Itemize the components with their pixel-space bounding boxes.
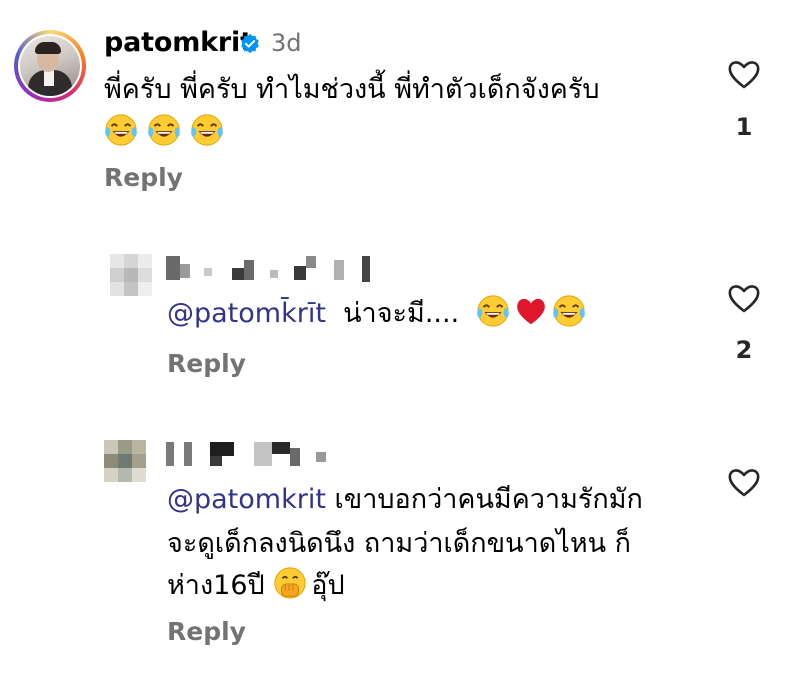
joy-emoji-icon <box>104 113 138 147</box>
joy-emoji-icon <box>190 113 224 147</box>
comment-3-text-line-3: ห่าง16ปี อุ๊ป <box>167 566 345 606</box>
avatar-shirt-shape <box>44 70 54 86</box>
joy-emoji-icon <box>476 294 510 328</box>
joy-emoji-icon <box>552 294 586 328</box>
comment-2-body: น่าจะมี.... <box>343 298 460 329</box>
verified-badge-icon <box>241 33 259 54</box>
red-heart-emoji-icon <box>514 294 548 328</box>
comment-3-reply-button[interactable]: Reply <box>167 617 246 646</box>
hand-over-mouth-emoji-icon <box>273 566 307 600</box>
comment-1-like-count[interactable]: 1 <box>724 113 764 141</box>
comment-2-text: @patomk̄rīt น่าจะมี.... <box>167 294 590 334</box>
comment-3-body-line-3a: ห่าง16ปี <box>167 570 265 601</box>
comment-1-reply-button[interactable]: Reply <box>104 163 183 192</box>
comment-3-body-line-3b: อุ๊ป <box>311 570 345 601</box>
avatar-hair-shape <box>35 42 61 54</box>
joy-emoji-icon <box>147 113 181 147</box>
avatar-border <box>18 34 82 98</box>
comment-3-username-censored[interactable] <box>166 442 346 468</box>
comment-3-mention-link[interactable]: @patomkrit <box>167 484 326 515</box>
avatar-photo <box>20 36 80 96</box>
comment-1-text: พี่ครับ พี่ครับ ทำไมช่วงนี้ พี่ทำตัวเด็ก… <box>104 74 600 105</box>
comment-1-emoji-row <box>104 113 228 147</box>
comment-2-reply-button[interactable]: Reply <box>167 349 246 378</box>
comment-2-like-heart-icon[interactable] <box>727 282 761 314</box>
comment-1-timestamp: 3d <box>271 29 302 57</box>
comment-3-text-line-1: @patomkrit เขาบอกว่าคนมีความรักมัก <box>167 480 643 520</box>
comment-2-mention-link[interactable]: @patomk̄rīt <box>167 298 326 329</box>
comment-1-username[interactable]: patomkrit <box>104 27 253 58</box>
comment-2-avatar-censored[interactable] <box>104 250 156 302</box>
comment-2-username-censored[interactable] <box>166 256 386 282</box>
comment-3-text-line-2: จะดูเด็กลงนิดนึง ถามว่าเด็กขนาดไหน ก็ <box>167 528 632 559</box>
comment-2-like-count[interactable]: 2 <box>724 336 764 364</box>
comment-3-avatar-censored[interactable] <box>100 436 156 488</box>
avatar[interactable] <box>14 30 86 102</box>
comment-3-like-heart-icon[interactable] <box>727 466 761 498</box>
comment-1-like-heart-icon[interactable] <box>727 58 761 90</box>
comment-3-body-line-1: เขาบอกว่าคนมีความรักมัก <box>334 484 643 515</box>
